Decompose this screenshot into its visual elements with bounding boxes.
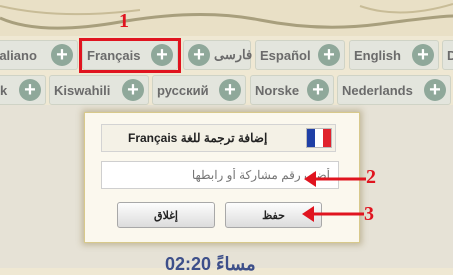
language-row-1: taliano + Français + + فارسی Español + E… (0, 40, 453, 70)
language-label: فارسی (214, 47, 253, 62)
language-item-kiswahili[interactable]: Kiswahili + (49, 75, 149, 105)
background-time: 02:20 مساءً (165, 254, 256, 274)
annotation-number-3: 3 (364, 203, 374, 225)
language-label: English (354, 47, 401, 63)
plus-icon[interactable]: + (122, 79, 144, 101)
language-item-partial[interactable]: rk + (0, 75, 46, 105)
language-item-italiano[interactable]: taliano + (0, 40, 78, 70)
language-item-english[interactable]: English + (349, 40, 439, 70)
language-label: Nederlands (342, 82, 413, 98)
dialog-title: إضافة ترجمة للغة Français (128, 131, 268, 145)
close-button[interactable]: إغلاق (117, 202, 215, 228)
language-label: rk (0, 82, 8, 98)
language-label: taliano (0, 47, 37, 63)
language-item-espanol[interactable]: Español + (255, 40, 345, 70)
language-label: русский (157, 82, 209, 98)
language-item-russian[interactable]: русский + (152, 75, 246, 105)
language-item-norske[interactable]: Norske + (250, 75, 334, 105)
ornament-graphic (0, 3, 453, 30)
plus-icon[interactable]: + (424, 79, 446, 101)
language-item-nederlands[interactable]: Nederlands + (337, 75, 451, 105)
language-label: Español (260, 47, 311, 63)
language-item-farsi[interactable]: + فارسی (183, 40, 253, 70)
plus-icon[interactable]: + (318, 44, 340, 66)
plus-icon[interactable]: + (51, 44, 73, 66)
plus-icon[interactable]: + (188, 44, 210, 66)
france-flag-icon (306, 128, 332, 148)
plus-icon[interactable]: + (412, 44, 434, 66)
dialog-header: إضافة ترجمة للغة Français (101, 124, 336, 152)
header-ornament (0, 0, 453, 36)
language-label: Norske (255, 82, 300, 98)
annotation-arrow-3 (302, 206, 364, 222)
annotation-number-2: 2 (366, 166, 376, 188)
language-label: D (447, 47, 453, 63)
plus-icon[interactable]: + (219, 79, 241, 101)
language-item-partial[interactable]: D (442, 40, 453, 70)
language-row-2: rk + Kiswahili + русский + Norske + Nede… (0, 75, 453, 105)
plus-icon[interactable]: + (307, 79, 329, 101)
plus-icon[interactable]: + (19, 79, 41, 101)
annotation-number-1: 1 (119, 10, 129, 32)
language-label: Kiswahili (54, 82, 111, 98)
highlight-box (79, 38, 181, 73)
annotation-arrow-2 (304, 171, 366, 187)
